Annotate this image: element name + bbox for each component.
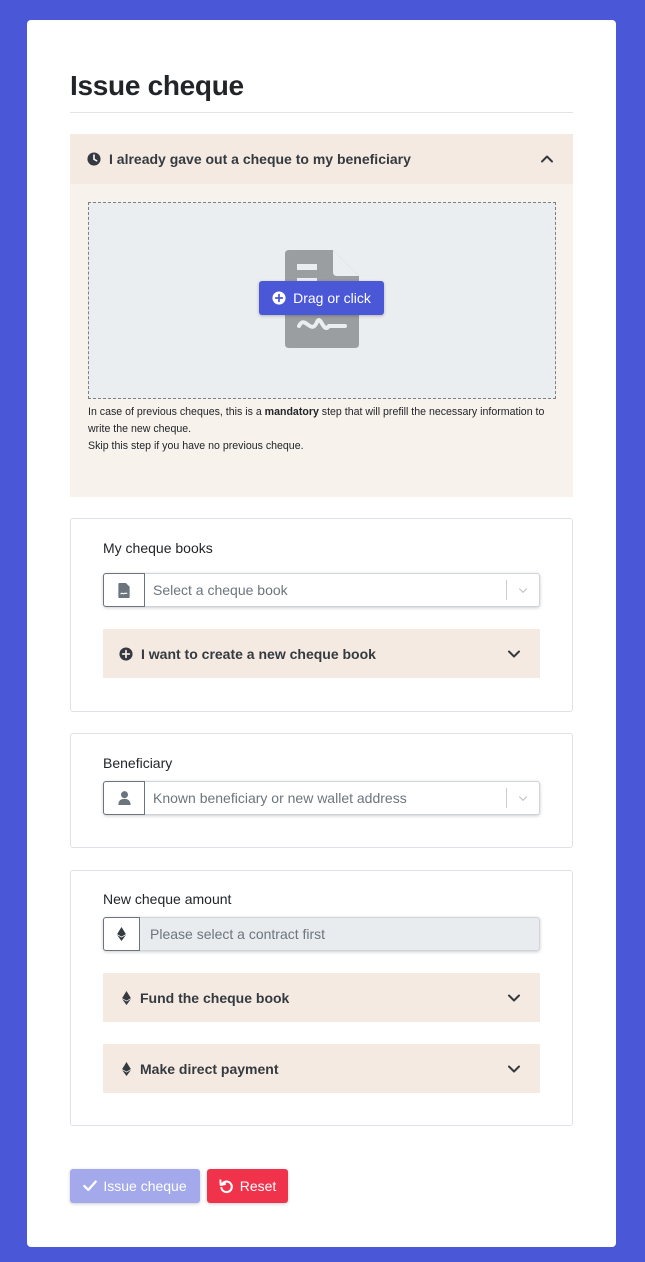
cheque-amount-placeholder: Please select a contract first [150,926,326,942]
file-signature-icon [118,582,130,598]
cheque-book-addon [103,573,145,607]
clock-icon [87,152,101,166]
cheque-amount-input[interactable]: Please select a contract first [103,917,540,951]
beneficiary-label: Beneficiary [103,755,173,771]
drag-or-click-label: Drag or click [293,290,371,306]
chevron-down-icon [506,1061,522,1077]
check-icon [83,1180,98,1192]
plus-circle-icon [119,646,133,661]
issue-cheque-label: Issue cheque [103,1178,187,1194]
cheque-amount-label: New cheque amount [103,891,232,907]
issue-cheque-button[interactable]: Issue cheque [70,1169,200,1203]
previous-cheque-hint: In case of previous cheques, this is a m… [88,404,558,455]
ethereum-icon [119,990,133,1005]
chevron-down-icon [506,990,522,1006]
issue-cheque-card: Issue cheque I already gave out a cheque… [27,20,616,1247]
reset-button[interactable]: Reset [207,1169,288,1203]
direct-payment-toggle[interactable]: Make direct payment [103,1044,540,1093]
reset-label: Reset [239,1178,277,1194]
create-cheque-book-label: I want to create a new cheque book [141,645,376,662]
previous-cheque-header: I already gave out a cheque to my benefi… [109,151,411,167]
create-cheque-book-toggle[interactable]: I want to create a new cheque book [103,629,540,678]
beneficiary-select[interactable]: Known beneficiary or new wallet address [103,781,540,815]
fund-cheque-book-label: Fund the cheque book [140,989,290,1006]
chevron-down-icon[interactable] [507,792,539,804]
direct-payment-label: Make direct payment [140,1060,279,1077]
chevron-up-icon [539,151,555,167]
ethereum-icon [117,927,126,941]
title-divider [70,112,573,113]
previous-cheque-toggle[interactable]: I already gave out a cheque to my benefi… [70,134,573,184]
amount-addon [103,917,140,951]
undo-icon [219,1178,233,1193]
hint-prefix: In case of previous cheques, this is a [88,406,265,418]
drag-or-click-button[interactable]: Drag or click [259,281,384,315]
beneficiary-placeholder: Known beneficiary or new wallet address [153,790,407,806]
cheque-book-placeholder: Select a cheque book [153,582,288,598]
ethereum-icon [119,1061,133,1076]
beneficiary-addon [103,781,145,815]
user-icon [117,791,131,805]
hint-skip: Skip this step if you have no previous c… [88,440,304,452]
page-title: Issue cheque [70,70,244,101]
cheque-book-select[interactable]: Select a cheque book [103,573,540,607]
cheque-books-label: My cheque books [103,540,213,556]
chevron-down-icon [506,646,522,662]
chevron-down-icon[interactable] [507,584,539,596]
plus-circle-icon [272,291,286,305]
hint-mandatory: mandatory [264,406,319,418]
fund-cheque-book-toggle[interactable]: Fund the cheque book [103,973,540,1022]
